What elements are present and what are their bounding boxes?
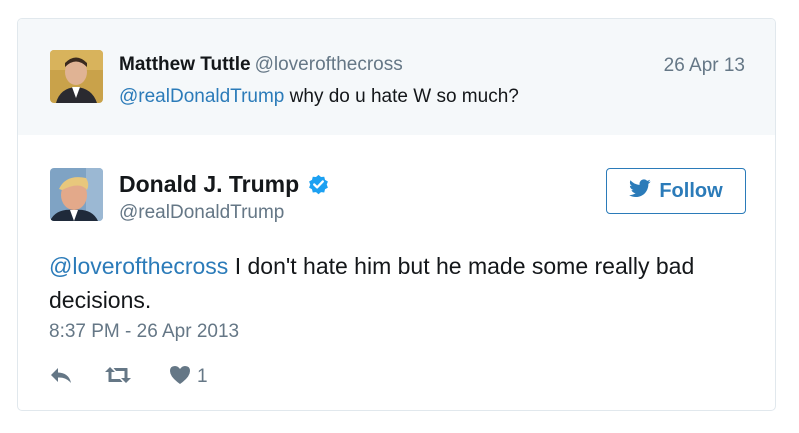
parent-date[interactable]: 26 Apr 13	[664, 55, 745, 77]
parent-mention-link[interactable]: @realDonaldTrump	[119, 86, 284, 107]
tweet-timestamp[interactable]: 8:37 PM - 26 Apr 2013	[49, 321, 239, 343]
follow-label: Follow	[659, 179, 723, 202]
author-avatar[interactable]	[50, 168, 103, 221]
retweet-icon	[104, 365, 132, 390]
reply-button[interactable]	[49, 365, 104, 390]
twitter-bird-icon	[629, 178, 651, 204]
reply-icon	[49, 365, 73, 390]
author[interactable]: Donald J. Trump	[119, 171, 330, 198]
parent-tweet[interactable]: Matthew Tuttle @loverofthecross 26 Apr 13…	[18, 19, 775, 135]
heart-icon	[169, 365, 191, 390]
verified-badge-icon	[307, 173, 330, 196]
author-name[interactable]: Donald J. Trump	[119, 171, 299, 198]
tweet-text: @loverofthecross I don't hate him but he…	[49, 249, 749, 317]
like-button[interactable]: 1	[169, 365, 208, 390]
parent-author-name[interactable]: Matthew Tuttle	[119, 54, 251, 75]
author-handle[interactable]: @realDonaldTrump	[119, 202, 284, 224]
parent-author[interactable]: Matthew Tuttle @loverofthecross	[119, 54, 403, 76]
retweet-button[interactable]	[104, 365, 169, 390]
follow-button[interactable]: Follow	[606, 168, 746, 214]
parent-avatar[interactable]	[50, 50, 103, 103]
parent-author-handle[interactable]: @loverofthecross	[255, 54, 403, 75]
tweet-actions: 1	[49, 362, 208, 392]
parent-text-body: why do u hate W so much?	[284, 86, 519, 107]
like-count: 1	[197, 366, 208, 387]
embedded-tweet-card: Matthew Tuttle @loverofthecross 26 Apr 13…	[17, 18, 776, 411]
parent-tweet-text: @realDonaldTrump why do u hate W so much…	[119, 86, 519, 108]
mention-link[interactable]: @loverofthecross	[49, 253, 228, 279]
